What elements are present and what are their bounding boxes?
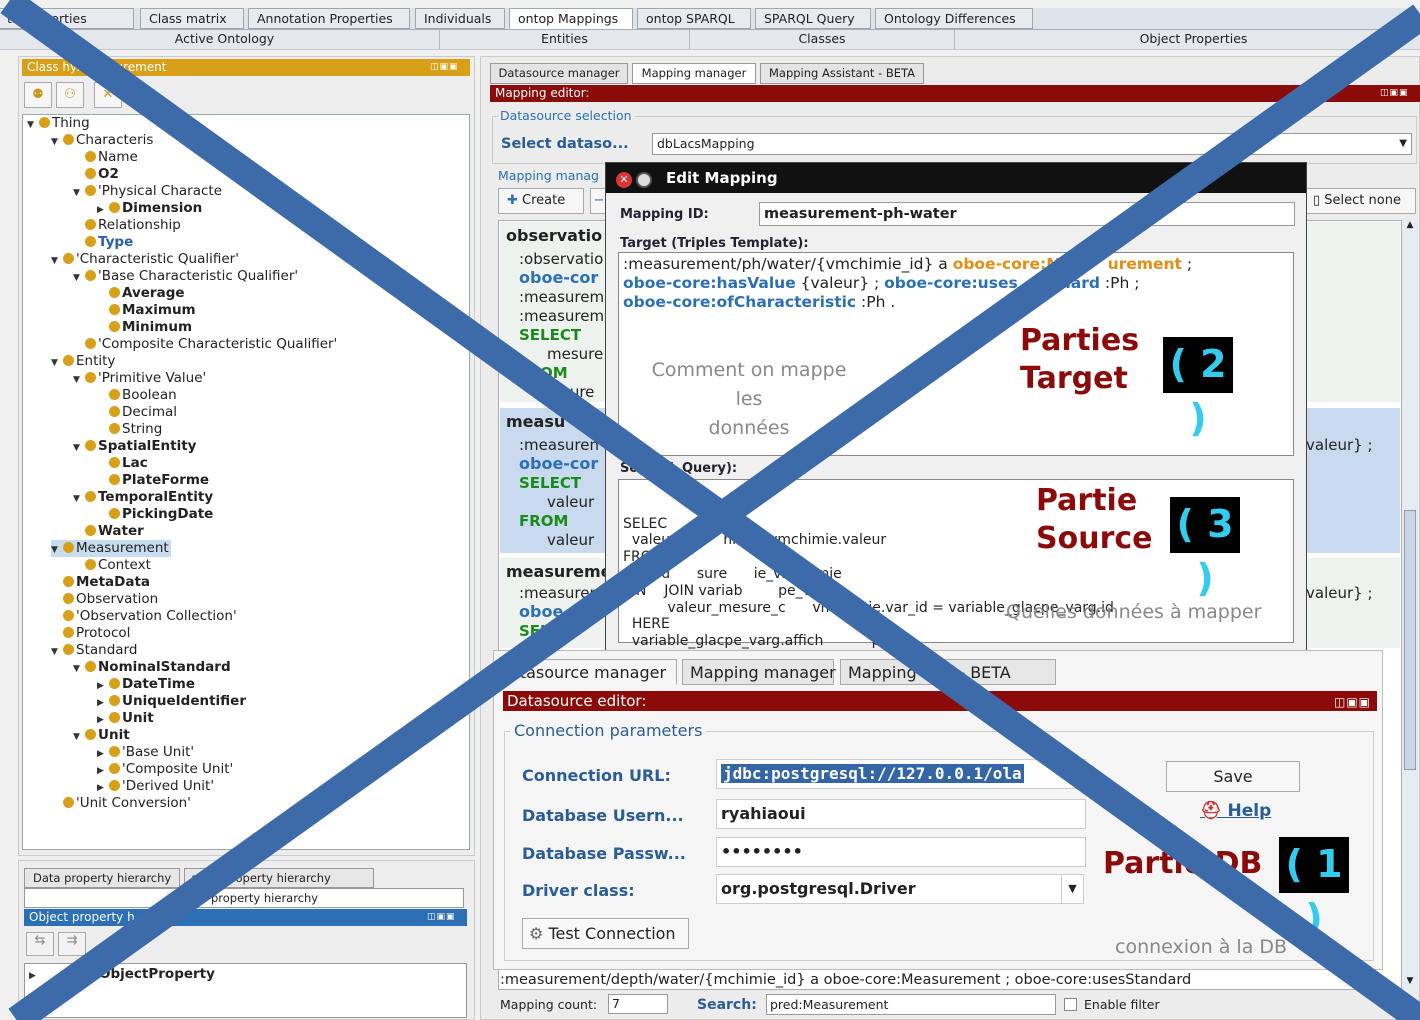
cross-out-overlay (0, 0, 1420, 1020)
